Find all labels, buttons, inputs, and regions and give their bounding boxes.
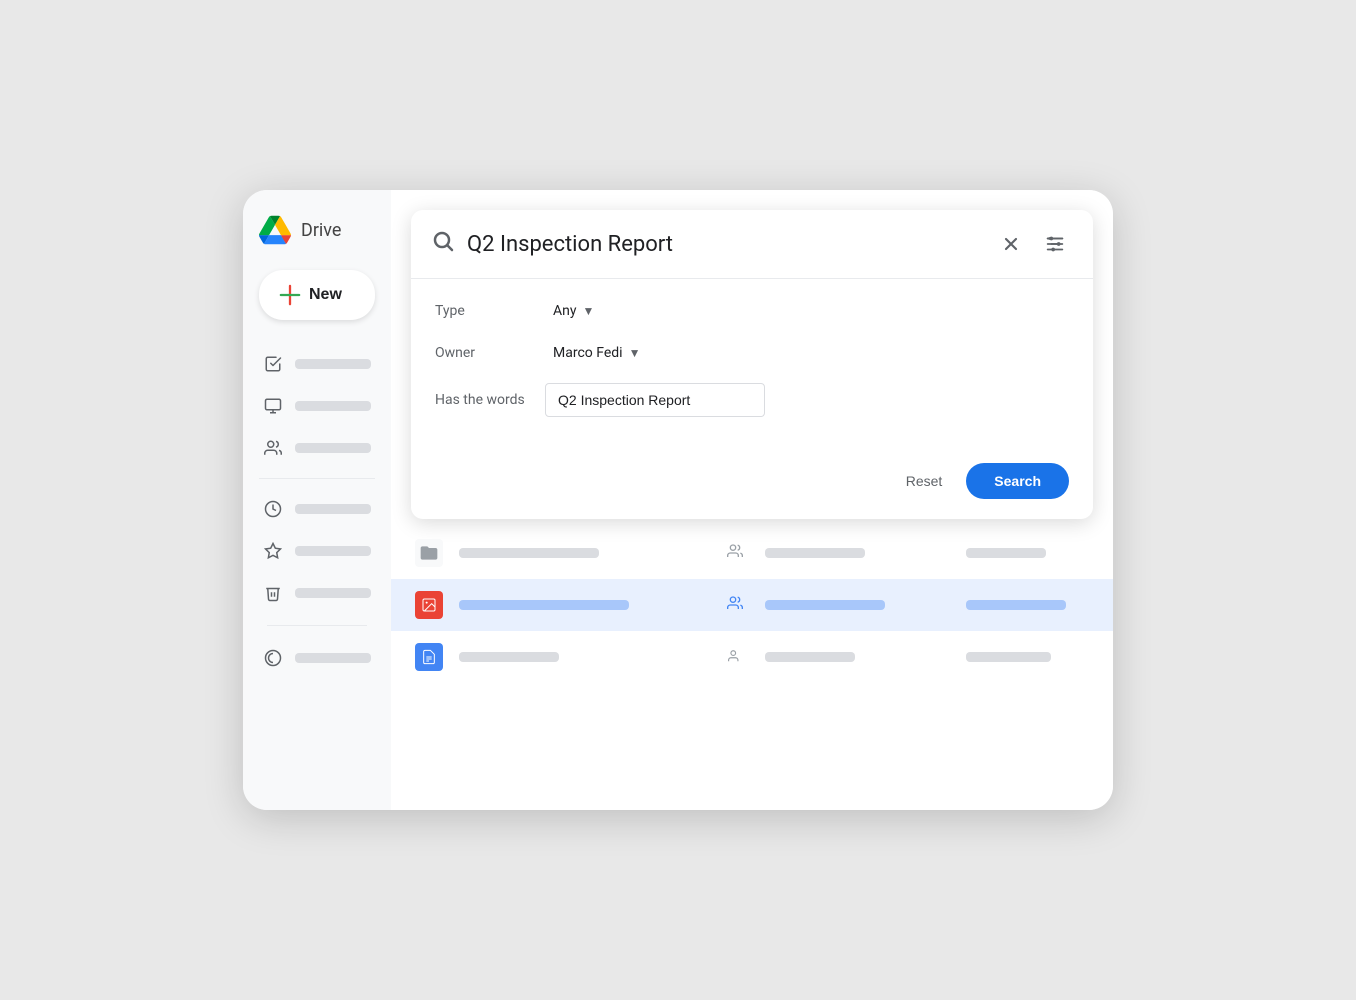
file-shared-col-highlighted: [721, 595, 749, 615]
filter-actions: Reset Search: [411, 455, 1093, 519]
search-dialog: Q2 Inspection Report: [411, 210, 1093, 519]
file-date-col: [966, 548, 1089, 558]
file-name-col-highlighted: [459, 600, 705, 610]
filter-section: Type Any ▼ Owner Marco Fedi ▼ Ha: [411, 279, 1093, 455]
owner-chevron-icon: ▼: [629, 346, 641, 360]
sidebar-item-starred-label: [295, 546, 371, 556]
image-file-icon: [415, 591, 443, 619]
file-name-col: [459, 548, 705, 558]
folder-icon: [415, 539, 443, 567]
sidebar-item-storage-label: [295, 653, 371, 663]
table-row[interactable]: [391, 527, 1113, 579]
sidebar-item-computers[interactable]: [251, 386, 383, 426]
sidebar-header: Drive: [243, 206, 391, 270]
filter-words-row: Has the words: [435, 383, 1069, 417]
date-placeholder-highlighted: [966, 600, 1066, 610]
file-date-col-3: [966, 652, 1089, 662]
meta-placeholder: [765, 548, 865, 558]
sidebar-item-trash-label: [295, 588, 371, 598]
file-meta-col: [765, 548, 950, 558]
sidebar: Drive New: [243, 190, 391, 810]
file-name-placeholder-3: [459, 652, 559, 662]
table-row[interactable]: [391, 579, 1113, 631]
file-name-col-3: [459, 652, 705, 662]
file-meta-col-highlighted: [765, 600, 950, 610]
drive-logo-icon: [259, 214, 291, 246]
search-header: Q2 Inspection Report: [411, 210, 1093, 279]
search-icon: [431, 229, 455, 259]
sidebar-item-shared-label: [295, 443, 371, 453]
type-value: Any: [553, 303, 577, 319]
file-name-placeholder: [459, 548, 599, 558]
owner-value: Marco Fedi: [553, 345, 623, 361]
app-title: Drive: [301, 220, 341, 241]
sidebar-item-shared[interactable]: [251, 428, 383, 468]
storage-icon: [263, 648, 283, 668]
file-list: [391, 519, 1113, 810]
sidebar-item-storage[interactable]: [251, 638, 383, 678]
sidebar-item-recent[interactable]: [251, 489, 383, 529]
sidebar-item-recent-label: [295, 504, 371, 514]
sidebar-item-computers-label: [295, 401, 371, 411]
shared-with-me-icon: [263, 438, 283, 458]
shared-icon-3: [728, 648, 742, 667]
date-placeholder: [966, 548, 1046, 558]
has-words-input[interactable]: [545, 383, 765, 417]
sidebar-item-trash[interactable]: [251, 573, 383, 613]
shared-icon: [727, 543, 743, 563]
file-shared-col-3: [721, 648, 749, 667]
new-button-label: New: [309, 286, 342, 304]
sidebar-divider-2: [267, 625, 367, 626]
my-drive-icon: [263, 354, 283, 374]
shared-icon-highlighted: [727, 595, 743, 615]
sidebar-item-my-drive[interactable]: [251, 344, 383, 384]
type-chevron-icon: ▼: [583, 304, 595, 318]
starred-icon: [263, 541, 283, 561]
main-content: Q2 Inspection Report: [391, 190, 1113, 810]
search-query: Q2 Inspection Report: [467, 232, 981, 257]
date-placeholder-3: [966, 652, 1051, 662]
search-button[interactable]: Search: [966, 463, 1069, 499]
search-header-actions: [993, 226, 1073, 262]
meta-placeholder-highlighted: [765, 600, 885, 610]
file-name-placeholder-highlighted: [459, 600, 629, 610]
sidebar-item-my-drive-label: [295, 359, 371, 369]
reset-button[interactable]: Reset: [890, 465, 959, 497]
sidebar-section-bottom: [243, 489, 391, 678]
new-button[interactable]: New: [259, 270, 375, 320]
app-window: Drive New: [243, 190, 1113, 810]
file-shared-col: [721, 543, 749, 563]
sidebar-nav: [243, 344, 391, 468]
owner-select[interactable]: Marco Fedi ▼: [545, 341, 648, 365]
sidebar-divider: [259, 478, 375, 479]
meta-placeholder-3: [765, 652, 855, 662]
type-select[interactable]: Any ▼: [545, 299, 602, 323]
computers-icon: [263, 396, 283, 416]
owner-label: Owner: [435, 345, 545, 361]
type-label: Type: [435, 303, 545, 319]
filter-owner-row: Owner Marco Fedi ▼: [435, 341, 1069, 365]
close-button[interactable]: [993, 226, 1029, 262]
file-date-col-highlighted: [966, 600, 1089, 610]
table-row[interactable]: [391, 631, 1113, 683]
doc-file-icon: [415, 643, 443, 671]
filter-type-row: Type Any ▼: [435, 299, 1069, 323]
recent-icon: [263, 499, 283, 519]
trash-icon: [263, 583, 283, 603]
file-meta-col-3: [765, 652, 950, 662]
has-words-label: Has the words: [435, 392, 545, 408]
sidebar-item-starred[interactable]: [251, 531, 383, 571]
filter-options-button[interactable]: [1037, 226, 1073, 262]
